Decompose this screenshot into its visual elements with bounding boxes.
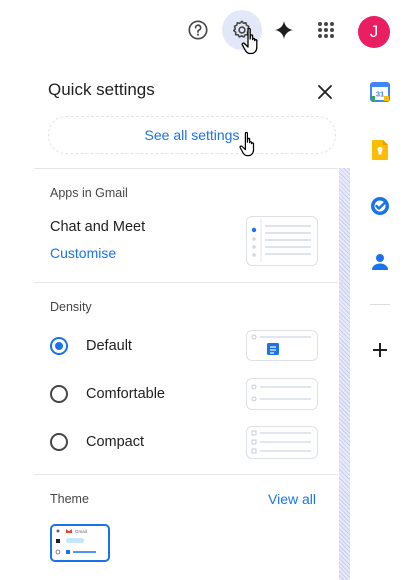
rail-divider — [370, 304, 390, 305]
density-compact-label[interactable]: Compact — [86, 434, 144, 450]
keep-app-button[interactable] — [368, 138, 392, 162]
theme-gmail-wordmark: Gmail — [75, 529, 87, 534]
keep-icon — [372, 140, 388, 160]
density-compact-graphic — [251, 430, 311, 454]
divider — [34, 474, 338, 475]
see-all-settings-button[interactable]: See all settings — [48, 116, 336, 154]
apps-in-gmail-heading: Apps in Gmail — [50, 186, 128, 200]
density-comfortable-preview — [246, 378, 318, 410]
apps-preview-thumbnail — [246, 216, 318, 266]
top-bar: J — [0, 0, 408, 64]
density-compact-preview — [246, 426, 318, 459]
panel-title: Quick settings — [48, 80, 155, 99]
calendar-icon: 31 — [370, 82, 390, 102]
density-comfortable-radio[interactable] — [50, 385, 68, 403]
density-heading: Density — [50, 300, 92, 314]
theme-preview-graphic: Gmail — [55, 529, 96, 555]
quick-settings-panel: Quick settings See all settings Apps in … — [34, 64, 350, 580]
calendar-app-button[interactable]: 31 — [368, 80, 392, 104]
apps-grid-icon — [318, 22, 334, 38]
calendar-day-number: 31 — [376, 90, 384, 99]
density-default-graphic — [251, 334, 311, 355]
add-icon — [373, 343, 387, 357]
account-avatar[interactable]: J — [358, 16, 390, 48]
gear-icon — [232, 20, 251, 38]
contacts-app-button[interactable] — [368, 250, 392, 274]
density-comfortable-graphic — [251, 384, 311, 402]
divider — [34, 282, 338, 283]
apps-preview-graphic — [251, 219, 311, 263]
density-compact-radio[interactable] — [50, 433, 68, 451]
see-all-settings-label: See all settings — [144, 127, 240, 143]
get-add-ons-button[interactable] — [368, 338, 392, 362]
gemini-sparkle-icon — [274, 20, 294, 40]
density-default-radio[interactable] — [50, 337, 68, 355]
google-apps-button[interactable] — [308, 12, 344, 48]
theme-heading: Theme — [50, 492, 89, 506]
theme-preview-thumbnail[interactable]: Gmail — [50, 524, 110, 562]
close-icon — [318, 85, 332, 99]
divider — [34, 168, 338, 169]
density-default-preview — [246, 330, 318, 361]
density-default-label[interactable]: Default — [86, 338, 132, 354]
tasks-icon — [371, 197, 389, 215]
contacts-icon — [372, 254, 388, 270]
gemini-button[interactable] — [266, 12, 302, 48]
density-comfortable-label[interactable]: Comfortable — [86, 386, 165, 402]
chat-and-meet-label: Chat and Meet — [50, 219, 146, 235]
help-circle-icon — [188, 20, 208, 40]
panel-scrollbar[interactable] — [339, 168, 350, 580]
customise-link[interactable]: Customise — [50, 245, 116, 261]
settings-button[interactable] — [222, 10, 262, 50]
tasks-app-button[interactable] — [368, 194, 392, 218]
theme-view-all-link[interactable]: View all — [268, 491, 316, 507]
close-button[interactable] — [312, 79, 338, 105]
help-button[interactable] — [180, 12, 216, 48]
side-panel-rail: 31 — [360, 64, 408, 580]
